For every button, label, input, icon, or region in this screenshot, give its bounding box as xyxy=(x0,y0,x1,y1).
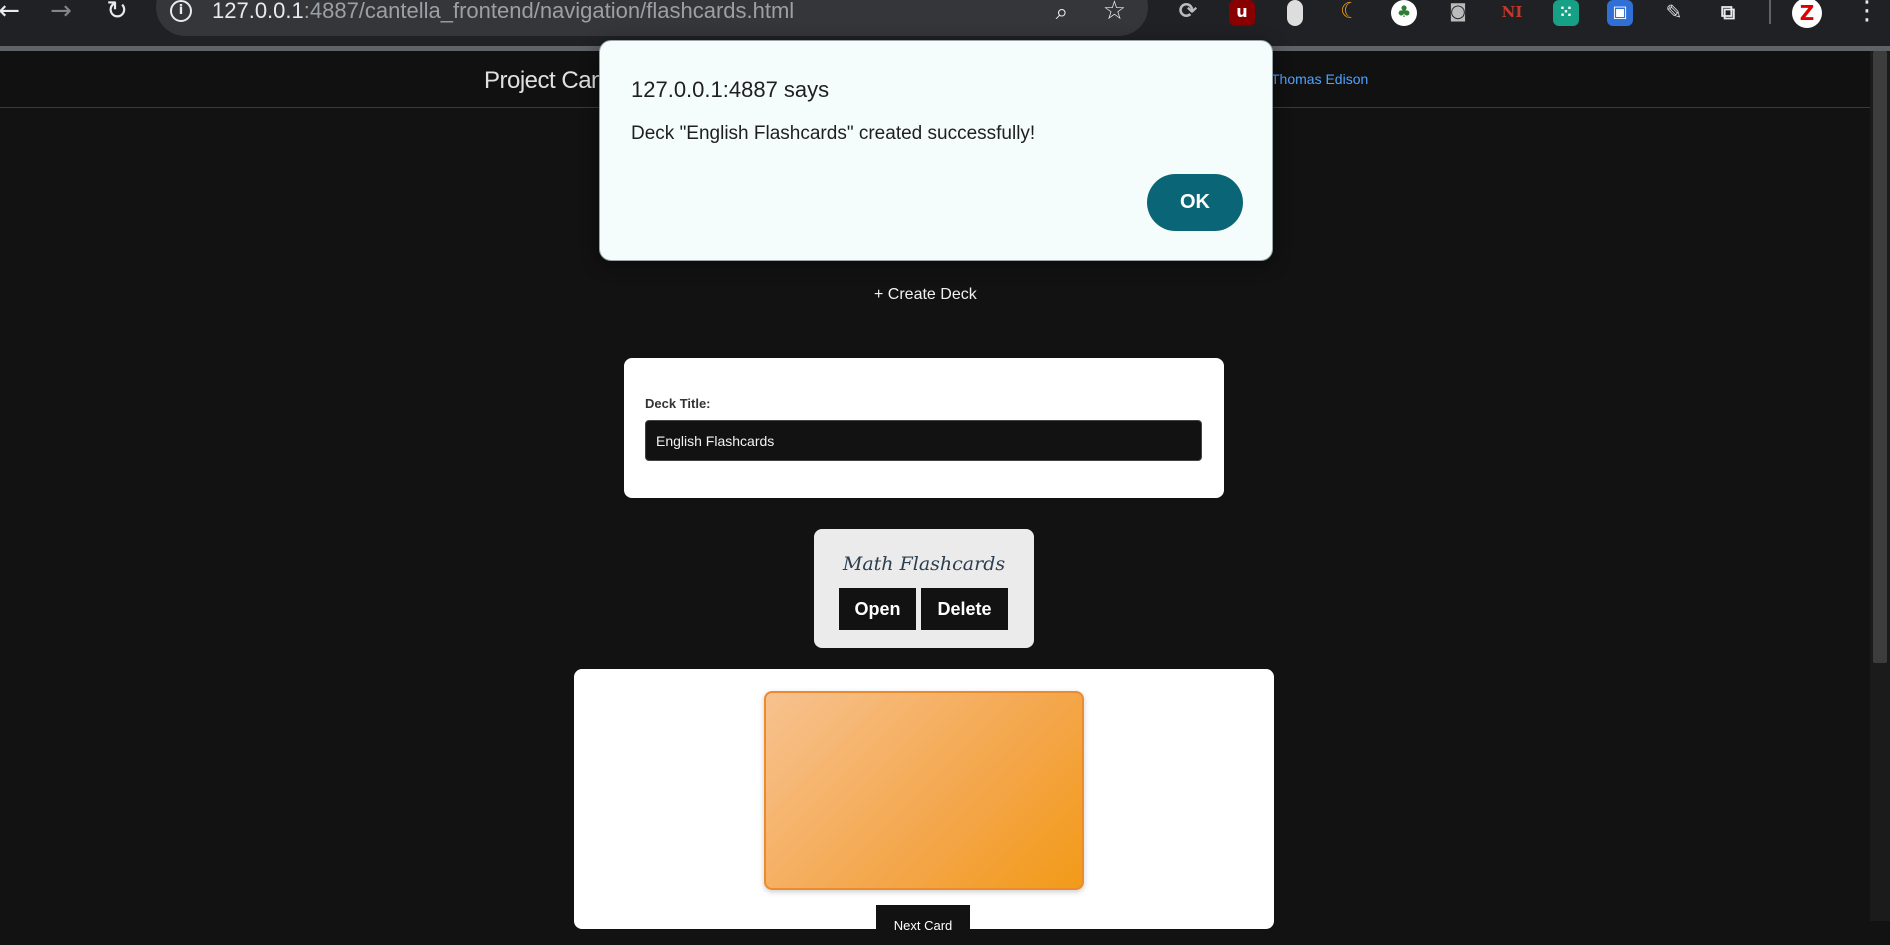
bookmark-star-icon[interactable]: ☆ xyxy=(1103,0,1126,26)
deck-title-label: Deck Title: xyxy=(645,396,711,411)
alert-dialog: 127.0.0.1:4887 says Deck "English Flashc… xyxy=(599,40,1273,261)
delete-deck-button[interactable]: Delete xyxy=(921,588,1008,630)
create-deck-button[interactable]: + Create Deck xyxy=(874,286,977,304)
pen-icon[interactable]: ✎ xyxy=(1661,0,1687,26)
ext-blue-icon[interactable]: ▣ xyxy=(1607,0,1633,26)
tree-icon[interactable]: ♣ xyxy=(1391,0,1417,26)
dialog-message: Deck "English Flashcards" created succes… xyxy=(631,123,1036,144)
study-panel: Next Card xyxy=(574,669,1274,945)
ok-button[interactable]: OK xyxy=(1147,174,1243,231)
next-card-button[interactable]: Next Card xyxy=(876,905,970,945)
moon-icon[interactable]: ☾ xyxy=(1337,0,1363,26)
ext-orange-icon[interactable] xyxy=(1287,0,1303,26)
toolbar-divider xyxy=(1769,0,1771,24)
back-icon[interactable]: ← xyxy=(0,0,24,26)
puzzle-icon[interactable]: ⧉ xyxy=(1715,0,1741,26)
user-name-link[interactable]: Thomas Edison xyxy=(1271,71,1368,87)
deck-card: Math Flashcards Open Delete xyxy=(814,529,1034,648)
zoom-icon[interactable]: ⌕ xyxy=(1056,0,1068,25)
profile-avatar[interactable]: Z xyxy=(1792,0,1822,28)
reload-icon[interactable]: ↻ xyxy=(102,0,132,26)
address-bar[interactable]: i 127.0.0.1:4887/cantella_frontend/navig… xyxy=(156,0,1148,36)
deck-form: Deck Title: xyxy=(624,358,1224,498)
camera-icon[interactable]: ◙ xyxy=(1445,0,1471,26)
ni-icon[interactable]: NI xyxy=(1499,0,1525,26)
site-info-icon[interactable]: i xyxy=(170,0,192,22)
deck-name: Math Flashcards xyxy=(842,553,1006,575)
deck-title-input[interactable] xyxy=(645,420,1202,461)
refresh-ext-icon[interactable]: ⟳ xyxy=(1175,0,1201,26)
open-deck-button[interactable]: Open xyxy=(839,588,916,630)
site-title[interactable]: Project Cant xyxy=(484,67,611,95)
browser-menu-icon[interactable]: ⋮ xyxy=(1854,0,1880,26)
dialog-title: 127.0.0.1:4887 says xyxy=(631,77,830,102)
scrollbar-thumb[interactable] xyxy=(1873,51,1887,663)
ublock-icon[interactable]: u xyxy=(1229,0,1255,26)
forward-icon[interactable]: → xyxy=(46,0,76,26)
flashcard[interactable] xyxy=(764,691,1084,890)
url-text[interactable]: 127.0.0.1:4887/cantella_frontend/navigat… xyxy=(212,0,794,24)
ext-green-icon[interactable]: ⁙ xyxy=(1553,0,1579,26)
